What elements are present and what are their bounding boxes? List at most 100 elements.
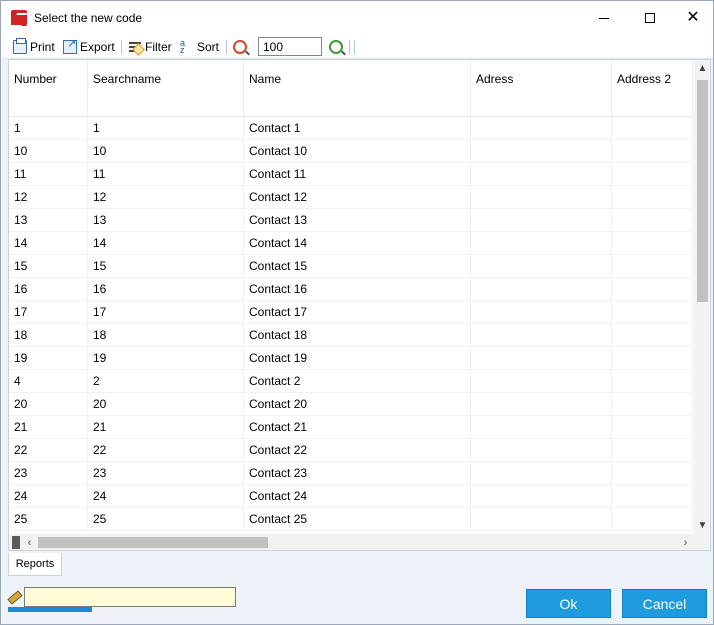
close-button[interactable]: ✕ bbox=[673, 1, 713, 35]
cell-searchname: 11 bbox=[88, 163, 244, 186]
cell-searchname: 15 bbox=[88, 255, 244, 278]
cell-number: 12 bbox=[9, 186, 88, 209]
scroll-right-icon[interactable]: › bbox=[677, 534, 694, 550]
vertical-scroll-thumb[interactable] bbox=[697, 80, 708, 302]
minimize-button[interactable] bbox=[581, 1, 627, 35]
maximize-button[interactable] bbox=[627, 1, 673, 35]
print-button[interactable]: Print bbox=[13, 38, 55, 56]
table-row[interactable]: 10 10 Contact 10 bbox=[9, 140, 693, 163]
cell-address-2 bbox=[612, 117, 693, 140]
table-row[interactable]: 4 2 Contact 2 bbox=[9, 370, 693, 393]
table-row[interactable]: 21 21 Contact 21 bbox=[9, 416, 693, 439]
title-bar: Select the new code ✕ bbox=[1, 1, 713, 35]
sort-button[interactable]: az Sort bbox=[180, 38, 219, 56]
cell-name: Contact 22 bbox=[244, 439, 471, 462]
table-row[interactable]: 12 12 Contact 12 bbox=[9, 186, 693, 209]
cell-name: Contact 16 bbox=[244, 278, 471, 301]
cell-searchname: 16 bbox=[88, 278, 244, 301]
cell-name: Contact 23 bbox=[244, 462, 471, 485]
cell-adress bbox=[471, 117, 612, 140]
cell-address-2 bbox=[612, 508, 693, 531]
export-button[interactable]: Export bbox=[63, 37, 115, 56]
column-header-adress[interactable]: Adress bbox=[471, 60, 612, 117]
printer-icon bbox=[13, 38, 27, 54]
scroll-left-icon[interactable]: ‹ bbox=[21, 534, 38, 550]
cell-number: 17 bbox=[9, 301, 88, 324]
cell-searchname: 14 bbox=[88, 232, 244, 255]
cell-address-2 bbox=[612, 232, 693, 255]
zoom-in-button[interactable] bbox=[329, 38, 343, 56]
cell-name: Contact 13 bbox=[244, 209, 471, 232]
table-row[interactable]: 25 25 Contact 25 bbox=[9, 508, 693, 531]
cancel-button[interactable]: Cancel bbox=[622, 589, 707, 618]
cell-adress bbox=[471, 209, 612, 232]
grid-body: 1 1 Contact 1 10 10 Contact 10 11 11 Contact 11 1… bbox=[9, 117, 693, 531]
table-row[interactable]: 17 17 Contact 17 bbox=[9, 301, 693, 324]
table-row[interactable]: 1 1 Contact 1 bbox=[9, 117, 693, 140]
cell-adress bbox=[471, 186, 612, 209]
table-row[interactable]: 19 19 Contact 19 bbox=[9, 347, 693, 370]
cell-number: 13 bbox=[9, 209, 88, 232]
cell-searchname: 18 bbox=[88, 324, 244, 347]
cell-adress bbox=[471, 324, 612, 347]
toolbar-separator bbox=[121, 40, 122, 54]
pencil-icon bbox=[6, 589, 20, 603]
zoom-out-button[interactable] bbox=[233, 38, 247, 56]
toolbar-separator bbox=[226, 40, 227, 54]
scroll-up-icon[interactable]: ▲ bbox=[694, 60, 710, 77]
row-indicator-marker bbox=[12, 536, 20, 549]
cell-searchname: 13 bbox=[88, 209, 244, 232]
table-row[interactable]: 14 14 Contact 14 bbox=[9, 232, 693, 255]
column-header-address-2[interactable]: Address 2 bbox=[612, 60, 693, 117]
cell-address-2 bbox=[612, 439, 693, 462]
cell-name: Contact 10 bbox=[244, 140, 471, 163]
cell-address-2 bbox=[612, 462, 693, 485]
data-grid: Number Searchname Name Adress Address 2 … bbox=[8, 59, 711, 551]
cell-number: 22 bbox=[9, 439, 88, 462]
close-icon: ✕ bbox=[686, 9, 700, 26]
scroll-down-icon[interactable]: ▼ bbox=[694, 517, 710, 534]
zoom-out-icon bbox=[233, 40, 247, 54]
cell-address-2 bbox=[612, 485, 693, 508]
cell-address-2 bbox=[612, 278, 693, 301]
dialog-window: Select the new code ✕ Print Export Filte… bbox=[0, 0, 714, 625]
zoom-input[interactable] bbox=[258, 37, 322, 56]
table-row[interactable]: 18 18 Contact 18 bbox=[9, 324, 693, 347]
column-header-name[interactable]: Name bbox=[244, 60, 471, 117]
cell-adress bbox=[471, 439, 612, 462]
filter-icon bbox=[128, 40, 142, 54]
cell-number: 24 bbox=[9, 485, 88, 508]
cell-searchname: 24 bbox=[88, 485, 244, 508]
table-row[interactable]: 15 15 Contact 15 bbox=[9, 255, 693, 278]
horizontal-scrollbar[interactable]: ‹ › bbox=[9, 534, 710, 550]
cell-number: 10 bbox=[9, 140, 88, 163]
cell-adress bbox=[471, 347, 612, 370]
cell-number: 11 bbox=[9, 163, 88, 186]
table-row[interactable]: 16 16 Contact 16 bbox=[9, 278, 693, 301]
grid-header: Number Searchname Name Adress Address 2 bbox=[9, 60, 693, 117]
zoom-in-icon bbox=[329, 40, 343, 54]
table-row[interactable]: 13 13 Contact 13 bbox=[9, 209, 693, 232]
table-row[interactable]: 23 23 Contact 23 bbox=[9, 462, 693, 485]
column-header-searchname[interactable]: Searchname bbox=[88, 60, 244, 117]
filter-button[interactable]: Filter bbox=[128, 38, 172, 56]
table-row[interactable]: 20 20 Contact 20 bbox=[9, 393, 693, 416]
cell-searchname: 19 bbox=[88, 347, 244, 370]
cell-adress bbox=[471, 393, 612, 416]
tab-reports[interactable]: Reports bbox=[8, 553, 62, 576]
cell-name: Contact 1 bbox=[244, 117, 471, 140]
toolbar-separator bbox=[349, 40, 350, 54]
horizontal-scroll-thumb[interactable] bbox=[38, 537, 268, 548]
cell-number: 19 bbox=[9, 347, 88, 370]
cell-address-2 bbox=[612, 186, 693, 209]
table-row[interactable]: 24 24 Contact 24 bbox=[9, 485, 693, 508]
export-icon bbox=[63, 37, 77, 54]
table-row[interactable]: 22 22 Contact 22 bbox=[9, 439, 693, 462]
status-input[interactable] bbox=[24, 587, 236, 607]
vertical-scrollbar[interactable]: ▲ ▼ bbox=[694, 60, 710, 534]
ok-button[interactable]: Ok bbox=[526, 589, 611, 618]
table-row[interactable]: 11 11 Contact 11 bbox=[9, 163, 693, 186]
cell-searchname: 23 bbox=[88, 462, 244, 485]
cell-address-2 bbox=[612, 370, 693, 393]
column-header-number[interactable]: Number bbox=[9, 60, 88, 117]
